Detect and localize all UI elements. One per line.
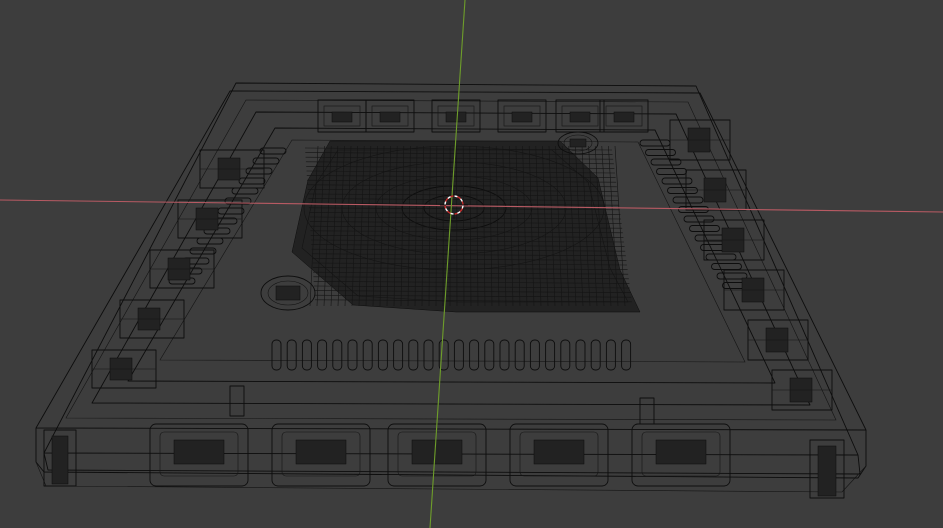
central-grate-platform — [291, 140, 641, 313]
front-vent-slots — [271, 339, 632, 371]
back-machinery-modules — [317, 99, 649, 133]
3d-viewport[interactable] — [0, 0, 943, 528]
right-vent-slots — [639, 139, 753, 289]
corner-pillar-front-right — [809, 439, 845, 499]
round-emblem-right — [557, 131, 599, 155]
round-emblem-left — [260, 275, 316, 311]
wireframe-scene[interactable] — [0, 0, 943, 528]
corner-pillar-front-left — [43, 429, 77, 487]
